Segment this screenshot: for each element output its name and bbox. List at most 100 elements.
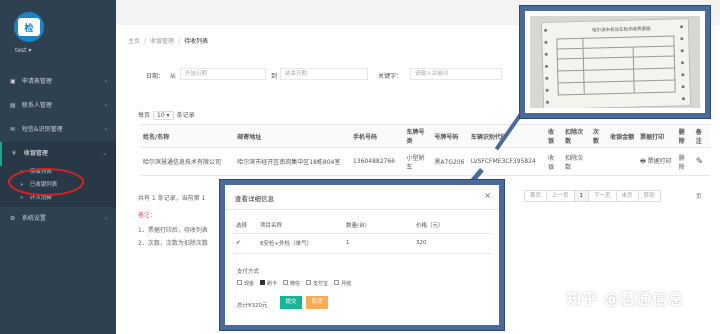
cell-name: 哈尔滨慧通信息技术有限公司 <box>140 147 235 176</box>
sidebar-item-settings[interactable]: ⚙ 系统设置 ‹ <box>0 207 116 231</box>
pay-option-monthly[interactable]: 月结 <box>334 280 351 287</box>
deduct-link[interactable]: 扣除次数 <box>562 147 590 176</box>
receipt-rule <box>557 91 676 96</box>
col-note: 备注 <box>692 124 710 148</box>
delete-link[interactable]: 删除 <box>675 147 693 176</box>
receipt-paper: 哈尔滨市机动车检测收费票据 <box>540 18 692 108</box>
sidebar-item-cashier[interactable]: ¥ 收银管理 ⌄ <box>0 142 116 166</box>
chevron-left-icon: ‹ <box>104 102 107 109</box>
cashier-link[interactable]: 收银 <box>544 147 563 176</box>
receipt-rule <box>632 46 635 93</box>
modal-item-row: ✔ 8安检+外检（单气） 1 320 <box>233 233 491 254</box>
checkbox-icon <box>283 280 289 285</box>
sidebar-item-label: 申请表管理 <box>21 78 52 85</box>
sidebar-item-application[interactable]: ▣ 申请表管理 ‹ <box>0 70 116 94</box>
hole <box>544 28 548 32</box>
hole <box>545 88 549 92</box>
modal-divider <box>225 209 499 210</box>
envelope-icon: ✉ <box>10 126 16 133</box>
sidebar: 检 test ▾ ▣ 申请表管理 ‹ ▤ 联系人管理 ‹ ✉ 短信&识别管理 ‹… <box>0 0 116 334</box>
submit-button[interactable]: 提交 <box>280 296 302 309</box>
keyword-input[interactable]: 请输入关键词 <box>410 68 502 80</box>
modal-col-price: 价格（元） <box>413 217 491 234</box>
pager-first[interactable]: 首页 <box>524 190 548 202</box>
end-date-input[interactable]: 结束日期 <box>280 68 368 80</box>
pay-option-alipay[interactable]: 支付宝 <box>306 280 328 287</box>
modal-col-item: 项目名称 <box>257 217 343 234</box>
sidebar-item-sms[interactable]: ✉ 短信&识别管理 ‹ <box>0 118 116 142</box>
receipt-rule <box>556 45 675 50</box>
pay-option-card[interactable]: 刷卡 <box>260 280 277 287</box>
total-amount: 总计¥320元 <box>237 303 268 309</box>
modal-items-table: 选择 项目名称 数量(台) 价格（元） ✔ 8安检+外检（单气） 1 320 <box>233 217 491 254</box>
hole <box>680 49 684 53</box>
breadcrumb-home[interactable]: 主页 <box>128 38 140 45</box>
col-name: 姓名/名称 <box>140 124 235 148</box>
per-page-suffix: 条记录 <box>176 112 195 119</box>
hole <box>681 85 685 89</box>
cancel-button[interactable]: 取消 <box>306 296 328 309</box>
pager-goto[interactable]: 转到 <box>637 190 661 202</box>
pager-prev[interactable]: 上一页 <box>546 190 575 202</box>
breadcrumb-separator: / <box>178 38 181 45</box>
print-receipt-link[interactable]: 🖶 票据打印 <box>637 147 676 176</box>
record-summary: 共有 1 条记录，当前第 1 <box>138 195 206 202</box>
note-edit-icon[interactable]: ✎ <box>692 147 710 176</box>
receipt-rule <box>582 37 585 94</box>
checkbox-icon <box>334 280 340 285</box>
receipt-rule <box>557 67 676 72</box>
sidebar-item-label: 短信&识别管理 <box>21 126 63 133</box>
pending-table: 姓名/名称 邮寄地址 手机号码 车牌号类 号牌号码 车辆识别代码 收银 扣除次数… <box>140 124 710 176</box>
user-menu[interactable]: test ▾ <box>15 47 31 54</box>
modal-header-row: 选择 项目名称 数量(台) 价格（元） <box>233 217 491 234</box>
hole <box>680 37 684 41</box>
payment-method-label: 支付方式 <box>237 269 260 275</box>
pay-option-cash[interactable]: 现金 <box>237 280 254 287</box>
col-plate-no: 号牌号码 <box>431 124 468 148</box>
print-label: 票据打印 <box>647 158 672 165</box>
col-cashier: 收银 <box>544 124 563 148</box>
gear-icon: ⚙ <box>10 215 16 222</box>
breadcrumb-section[interactable]: 收银管理 <box>150 38 174 45</box>
pay-option-wechat[interactable]: 微信 <box>283 280 300 287</box>
app-logo[interactable]: 检 <box>14 12 44 42</box>
notes-title: 备注： <box>138 212 157 219</box>
pay-option-label: 支付宝 <box>313 281 329 287</box>
close-icon[interactable]: × <box>484 191 491 200</box>
note-line-2: 2．次数，次数为扣除次数 <box>138 240 208 247</box>
receipt-photo: 哈尔滨市机动车检测收费票据 <box>520 6 710 118</box>
table-row: 哈尔滨慧通信息技术有限公司 哈尔滨市经开区南岗集中区18栋804室 136048… <box>140 147 710 176</box>
hole <box>681 97 685 101</box>
col-amount: 收银金额 <box>607 124 638 148</box>
cell-amount <box>607 147 638 176</box>
pager-page-1[interactable]: 1 <box>573 190 590 202</box>
print-icon: 🖶 <box>640 158 648 165</box>
receipt-rule <box>556 55 675 60</box>
start-date-input[interactable]: 开始日期 <box>180 68 266 80</box>
item-checkbox[interactable]: ✔ <box>233 233 257 254</box>
sidebar-item-contacts[interactable]: ▤ 联系人管理 ‹ <box>0 94 116 118</box>
pay-option-label: 微信 <box>290 281 301 287</box>
contacts-icon: ▤ <box>10 102 16 109</box>
breadcrumb: 主页 / 收银管理 / 待收列表 <box>128 36 208 45</box>
col-phone: 手机号码 <box>349 124 404 148</box>
receipt-rule <box>556 38 559 95</box>
tractor-holes <box>680 19 688 105</box>
checkbox-icon <box>306 280 312 285</box>
hole <box>545 76 549 80</box>
hole <box>544 64 549 68</box>
pager-next[interactable]: 下一页 <box>588 190 617 202</box>
item-qty: 1 <box>343 233 413 254</box>
chevron-left-icon: ‹ <box>104 78 107 85</box>
from-label: 从 <box>170 73 177 80</box>
pager-last[interactable]: 末页 <box>615 190 639 202</box>
col-address: 邮寄地址 <box>234 124 350 148</box>
keyword-label: 关键字： <box>378 73 403 80</box>
watermark: 知乎 @慧通信息 <box>566 290 685 308</box>
cell-plate-type: 小型轿车 <box>403 147 432 176</box>
pager: 首页 上一页 1 下一页 末页 转到 <box>524 190 661 202</box>
modal-col-select: 选择 <box>233 217 257 234</box>
chevron-left-icon: ‹ <box>104 215 107 222</box>
per-page-select[interactable]: 10 ▾ <box>153 111 174 120</box>
pay-option-label: 现金 <box>244 281 255 287</box>
